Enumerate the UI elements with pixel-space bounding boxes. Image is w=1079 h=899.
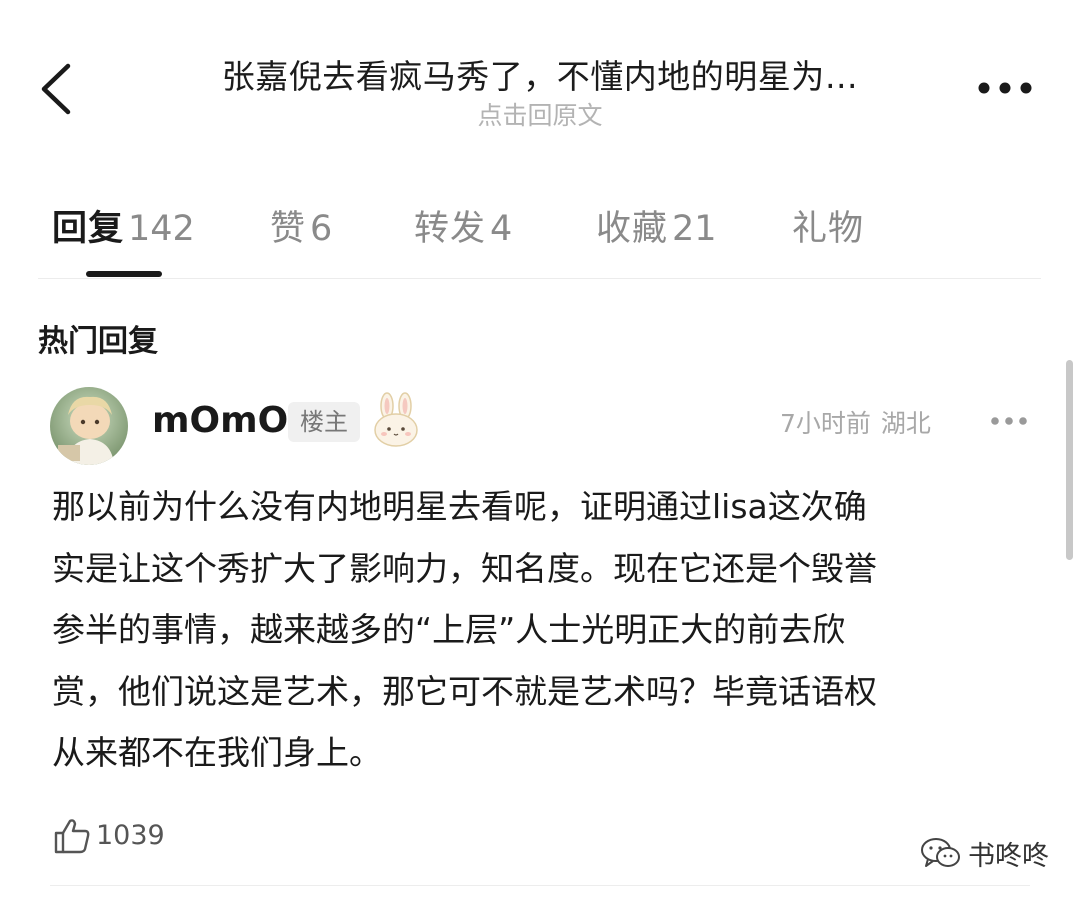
tab-replies[interactable]: 回复 142 xyxy=(52,200,195,251)
tab-reposts[interactable]: 转发 4 xyxy=(414,200,512,251)
section-title: 热门回复 xyxy=(38,324,158,359)
tab-label: 收藏 xyxy=(596,209,669,249)
tab-label: 礼物 xyxy=(792,209,865,249)
more-dots-icon xyxy=(991,417,1027,425)
watermark-text: 书咚咚 xyxy=(968,841,1049,872)
comment-line: 参半的事情，越来越多的“上层”人士光明正大的前去欣 xyxy=(52,610,846,649)
page-title[interactable]: 张嘉倪去看疯马秀了，不懂内地的明星为… xyxy=(130,50,950,98)
tab-count: 4 xyxy=(490,209,513,249)
tab-bar: 回复 142 赞6 转发 4 收藏 21 礼物 xyxy=(0,200,1079,260)
comment-more-button[interactable] xyxy=(988,406,1030,436)
comment-location: 湖北 xyxy=(880,409,931,438)
username[interactable]: mOmO xyxy=(152,400,288,441)
more-button[interactable] xyxy=(970,70,1040,106)
tab-label: 转发 xyxy=(414,209,487,249)
tab-count: 21 xyxy=(672,209,717,249)
comment-line: 赏，他们说这是艺术，那它可不就是艺术吗？毕竟话语权 xyxy=(52,671,877,711)
more-dots-icon xyxy=(978,82,1032,94)
chevron-left-icon xyxy=(41,63,71,115)
tab-label: 回复 xyxy=(52,209,125,249)
comment-time: 7小时前 xyxy=(780,409,871,438)
tab-count: 142 xyxy=(128,209,195,249)
divider xyxy=(38,278,1041,279)
like-count: 1039 xyxy=(96,820,165,851)
back-button[interactable] xyxy=(30,52,90,122)
bunny-sticker-icon xyxy=(370,392,422,448)
avatar-image xyxy=(50,387,128,465)
active-tab-indicator xyxy=(86,271,162,277)
tab-label: 赞 xyxy=(270,209,307,249)
tab-favorites[interactable]: 收藏 21 xyxy=(596,200,717,251)
wechat-icon xyxy=(921,838,960,867)
tab-count: 6 xyxy=(310,209,333,249)
back-to-original-link[interactable]: 点击回原文 xyxy=(130,96,950,132)
comment-line: 实是让这个秀扩大了影响力，知名度。现在它还是个毁誉 xyxy=(52,548,877,588)
avatar[interactable] xyxy=(50,387,128,465)
comment-meta: 7小时前 湖北 xyxy=(780,404,931,440)
tab-likes[interactable]: 赞6 xyxy=(270,200,332,251)
comment-text: 那以前为什么没有内地明星去看呢，证明通过lisa这次确 实是让这个秀扩大了影响力… xyxy=(52,476,1052,784)
op-badge: 楼主 xyxy=(288,402,360,442)
comment-line: 那以前为什么没有内地明星去看呢，证明通过lisa这次确 xyxy=(52,487,867,526)
tab-gifts[interactable]: 礼物 xyxy=(792,200,868,251)
scrollbar[interactable] xyxy=(1066,360,1073,560)
divider xyxy=(50,885,1030,886)
comment-line: 从来都不在我们身上。 xyxy=(52,733,382,772)
thumbs-up-icon xyxy=(54,819,90,854)
